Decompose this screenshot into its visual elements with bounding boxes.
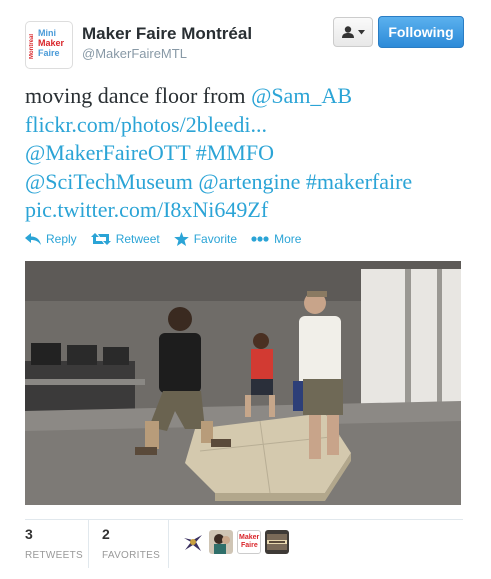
reply-action[interactable]: Reply [25,232,77,246]
favoriter-avatar[interactable] [181,530,205,554]
favorites-stat[interactable]: 2 FAVORITES [102,526,160,561]
favorites-count: 2 [102,526,110,542]
mention-link[interactable]: @MakerFaireOTT [25,140,190,165]
stat-separator [88,520,89,568]
avatar-text-faire: Faire [38,48,60,58]
tweet-photo[interactable] [25,261,461,505]
dance-floor-photo [25,261,461,505]
avatar-text-mini: Mini [38,28,56,38]
favoriter-avatar[interactable]: Maker Faire [237,530,261,554]
retweets-stat[interactable]: 3 RETWEETS [25,526,83,561]
star-icon [173,232,189,246]
retweets-count: 3 [25,526,33,542]
retweets-label: RETWEETS [25,550,83,561]
retweet-label: Retweet [115,232,160,246]
avatar-side-text: Montréal [29,33,35,59]
reply-label: Reply [46,232,77,246]
tweet-text: moving dance floor from @Sam_AB flickr.c… [25,82,475,225]
reply-icon [25,233,41,245]
hashtag-link[interactable]: #MMFO [196,140,274,165]
user-icon [342,26,354,38]
caret-down-icon [358,29,365,34]
retweet-action[interactable]: Retweet [90,232,160,246]
retweet-icon [90,233,111,245]
favoriter-maker-text: Maker [239,534,260,541]
stats-divider [25,519,463,520]
mention-link[interactable]: @artengine [198,169,300,194]
favorite-label: Favorite [193,232,238,246]
favoriter-avatar-image [181,530,205,554]
favorite-action[interactable]: Favorite [173,232,238,246]
more-label: More [274,232,302,246]
tweet-actions: Reply Retweet Favorite More [25,232,315,246]
stat-separator [168,520,169,568]
following-button[interactable]: Following [378,16,464,48]
favoriter-avatar-image [209,530,233,554]
user-handle[interactable]: @MakerFaireMTL [82,46,187,61]
more-action[interactable]: More [251,232,301,246]
display-name[interactable]: Maker Faire Montréal [82,24,252,44]
media-link[interactable]: pic.twitter.com/I8xNi649Zf [25,197,268,222]
account-avatar[interactable]: Montréal Mini Maker Faire [25,21,73,69]
hashtag-link[interactable]: #makerfaire [306,169,412,194]
url-link[interactable]: flickr.com/photos/2bleedi... [25,112,267,137]
favoriter-avatar[interactable] [265,530,289,554]
avatar-text-maker: Maker [38,38,65,48]
user-actions-dropdown[interactable] [333,17,373,47]
ellipsis-icon [251,236,269,242]
favoriter-faire-text: Faire [241,542,258,549]
favorites-label: FAVORITES [102,550,161,561]
favoriter-avatar-image [265,530,289,554]
mention-link[interactable]: @SciTechMuseum [25,169,193,194]
mention-link[interactable]: @Sam_AB [251,83,352,108]
favoriters-list: Maker Faire [181,530,289,554]
tweet-text-plain: moving dance floor from [25,83,252,108]
favoriter-avatar[interactable] [209,530,233,554]
